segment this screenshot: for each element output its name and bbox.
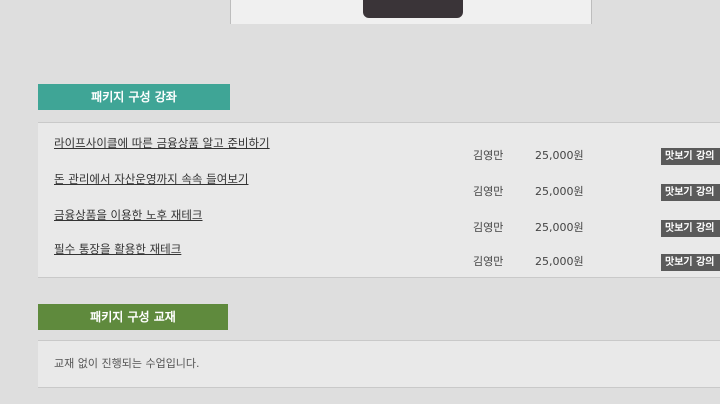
- course-row: 라이프사이클에 따른 금융상품 알고 준비하기 김영만 25,000원 맛보기 …: [38, 135, 720, 165]
- no-book-notice: 교재 없이 진행되는 수업입니다.: [54, 357, 200, 370]
- course-row: 돈 관리에서 자산운영까지 속속 들여보기 김영만 25,000원 맛보기 강의: [38, 171, 720, 201]
- course-row: 필수 통장을 활용한 재테크 김영만 25,000원 맛보기 강의: [38, 241, 720, 271]
- preview-button[interactable]: 맛보기 강의: [661, 148, 720, 165]
- course-list: 라이프사이클에 따른 금융상품 알고 준비하기 김영만 25,000원 맛보기 …: [38, 122, 720, 278]
- course-title-link[interactable]: 필수 통장을 활용한 재테크: [54, 241, 181, 257]
- course-teacher: 김영만: [473, 149, 504, 162]
- course-teacher: 김영만: [473, 185, 504, 198]
- books-section-title: 패키지 구성 교재: [38, 304, 228, 330]
- book-list: 교재 없이 진행되는 수업입니다.: [38, 340, 720, 388]
- course-price: 25,000원: [535, 185, 584, 198]
- preview-button[interactable]: 맛보기 강의: [661, 220, 720, 237]
- course-price: 25,000원: [535, 149, 584, 162]
- course-teacher: 김영만: [473, 221, 504, 234]
- course-title-link[interactable]: 라이프사이클에 따른 금융상품 알고 준비하기: [54, 135, 270, 151]
- course-teacher: 김영만: [473, 255, 504, 268]
- courses-section-title: 패키지 구성 강좌: [38, 84, 230, 110]
- course-price: 25,000원: [535, 221, 584, 234]
- preview-button[interactable]: 맛보기 강의: [661, 184, 720, 201]
- course-title-link[interactable]: 금융상품을 이용한 노후 재테크: [54, 207, 203, 223]
- instructor-silhouette: [363, 0, 463, 18]
- course-title-link[interactable]: 돈 관리에서 자산운영까지 속속 들여보기: [54, 171, 248, 187]
- course-price: 25,000원: [535, 255, 584, 268]
- course-row: 금융상품을 이용한 노후 재테크 김영만 25,000원 맛보기 강의: [38, 207, 720, 237]
- preview-button[interactable]: 맛보기 강의: [661, 254, 720, 271]
- instructor-photo: [230, 0, 592, 24]
